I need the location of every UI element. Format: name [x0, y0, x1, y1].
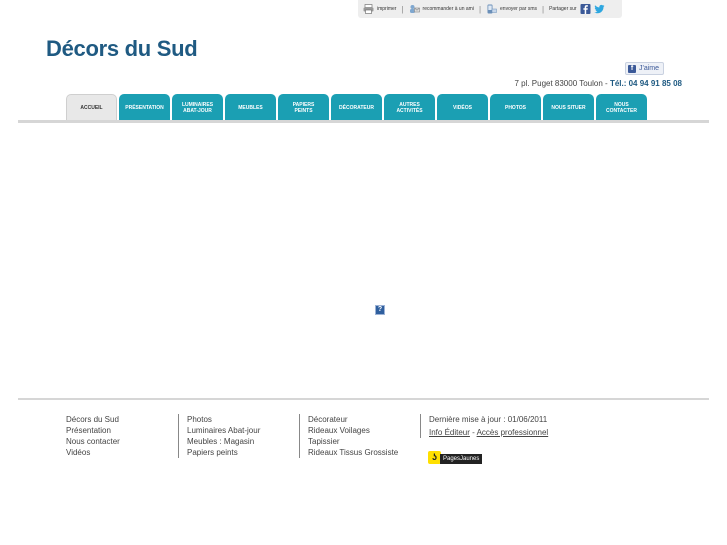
footer-link-rideaux-tissus[interactable]: Rideaux Tissus Grossiste	[308, 447, 398, 458]
recommend-label: recommander à un ami	[422, 6, 474, 12]
footer-link-tapissier[interactable]: Tapissier	[308, 436, 398, 447]
footer-link-rideaux-voilages[interactable]: Rideaux Voilages	[308, 425, 398, 436]
info-editeur-link[interactable]: Info Éditeur	[429, 428, 470, 437]
main-nav: ACCUEIL PRÉSENTATION LUMINAIRES ABAT-JOU…	[66, 94, 647, 121]
tab-nous-contacter[interactable]: NOUS CONTACTER	[596, 94, 647, 121]
footer-column-3: Décorateur Rideaux Voilages Tapissier Ri…	[299, 414, 398, 458]
footer-column-2: Photos Luminaires Abat-jour Meubles : Ma…	[178, 414, 260, 458]
nav-divider	[18, 120, 709, 123]
phone-number: Tél.: 04 94 91 85 08	[609, 79, 682, 88]
missing-plugin-icon[interactable]: ?	[375, 305, 385, 315]
address-text: 7 pl. Puget 83000 Toulon	[514, 79, 603, 88]
pages-jaunes-badge[interactable]: ʖ PagesJaunes	[428, 450, 483, 464]
pages-jaunes-label: PagesJaunes	[440, 453, 483, 464]
footer-link-videos[interactable]: Vidéos	[66, 447, 120, 458]
acces-professionnel-link[interactable]: Accès professionnel	[477, 428, 549, 437]
printer-icon	[363, 4, 374, 14]
site-title[interactable]: Décors du Sud	[46, 36, 198, 62]
tab-luminaires[interactable]: LUMINAIRES ABAT-JOUR	[172, 94, 223, 121]
footer-link-photos[interactable]: Photos	[187, 414, 260, 425]
print-link[interactable]: imprimer	[363, 4, 396, 14]
footer-info-links: Info Éditeur - Accès professionnel	[429, 427, 548, 438]
footer-link-papiers-peints[interactable]: Papiers peints	[187, 447, 260, 458]
footer-link-luminaires[interactable]: Luminaires Abat-jour	[187, 425, 260, 436]
footer-link-decorateur[interactable]: Décorateur	[308, 414, 398, 425]
top-toolbar: imprimer | recommander à un ami | envoye…	[358, 0, 622, 18]
toolbar-separator: |	[542, 4, 545, 14]
contact-address: 7 pl. Puget 83000 Toulon - Tél.: 04 94 9…	[514, 79, 682, 88]
tab-presentation[interactable]: PRÉSENTATION	[119, 94, 170, 121]
share-label: Partager sur	[549, 6, 577, 12]
recommend-icon	[409, 5, 420, 13]
footer-link-meubles[interactable]: Meubles : Magasin	[187, 436, 260, 447]
footer-link-nous-contacter[interactable]: Nous contacter	[66, 436, 120, 447]
share-group: Partager sur	[549, 4, 605, 14]
facebook-icon[interactable]	[580, 4, 591, 14]
tab-accueil[interactable]: ACCUEIL	[66, 94, 117, 121]
last-update: Dernière mise à jour : 01/06/2011	[429, 415, 548, 424]
tab-meubles[interactable]: MEUBLES	[225, 94, 276, 121]
toolbar-separator: |	[401, 4, 404, 14]
twitter-icon[interactable]	[593, 4, 605, 14]
like-label: J'aime	[639, 65, 660, 72]
link-separator: -	[469, 428, 477, 437]
tab-photos[interactable]: PHOTOS	[490, 94, 541, 121]
sms-label: envoyer par sms	[500, 6, 537, 12]
facebook-icon: f	[628, 64, 636, 73]
tab-papiers-peints[interactable]: PAPIERS PEINTS	[278, 94, 329, 121]
facebook-like-button[interactable]: f J'aime	[625, 62, 665, 75]
tab-videos[interactable]: VIDÉOS	[437, 94, 488, 121]
tab-nous-situer[interactable]: NOUS SITUER	[543, 94, 594, 121]
print-label: imprimer	[377, 6, 397, 12]
footer-divider	[18, 398, 709, 400]
footer-link-presentation[interactable]: Présentation	[66, 425, 120, 436]
footer-column-4: Dernière mise à jour : 01/06/2011 Info É…	[420, 414, 548, 438]
toolbar-separator: |	[478, 4, 482, 14]
tab-decorateur[interactable]: DÉCORATEUR	[331, 94, 382, 121]
footer-link-decors-du-sud[interactable]: Décors du Sud	[66, 414, 120, 425]
sms-link[interactable]: envoyer par sms	[486, 4, 537, 14]
mobile-phone-icon	[487, 4, 497, 14]
recommend-link[interactable]: recommander à un ami	[409, 4, 474, 14]
tab-autres-activites[interactable]: AUTRES ACTIVITÉS	[384, 94, 435, 121]
footer-column-1: Décors du Sud Présentation Nous contacte…	[66, 414, 120, 458]
